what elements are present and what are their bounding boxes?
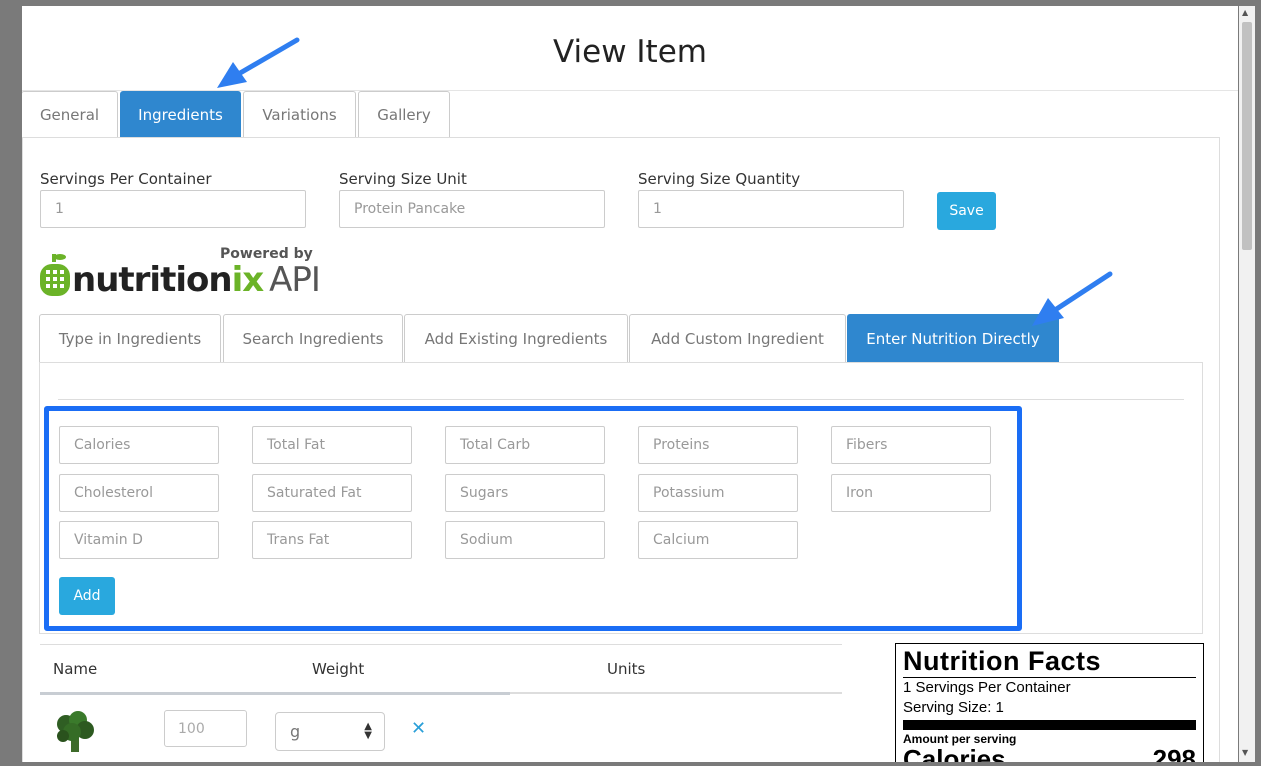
broccoli-image <box>57 711 94 752</box>
calories-label: Calories <box>903 744 1006 762</box>
servings-per-container-input[interactable]: 1 <box>40 190 306 228</box>
save-button[interactable]: Save <box>937 192 996 230</box>
annotation-arrow-icon <box>217 37 300 88</box>
nutrition-facts-label: Nutrition Facts 1 Servings Per Container… <box>895 643 1204 762</box>
tab-ingredients[interactable]: Ingredients <box>120 91 241 137</box>
weight-input[interactable]: 100 <box>164 710 247 747</box>
nutrition-entry-divider <box>58 399 1184 400</box>
table-header-accent <box>40 692 510 695</box>
subtab-search-ingredients[interactable]: Search Ingredients <box>223 314 403 362</box>
scroll-up-icon[interactable]: ▲ <box>1242 8 1248 17</box>
tab-variations[interactable]: Variations <box>243 91 356 137</box>
subtab-add-custom-ingredient[interactable]: Add Custom Ingredient <box>629 314 846 362</box>
modal-scrollbar[interactable]: ▲ ▼ <box>1239 6 1255 762</box>
nutrition-facts-thick-rule <box>903 720 1196 730</box>
annotation-arrow-icon <box>1032 271 1113 326</box>
subtab-add-existing-ingredients[interactable]: Add Existing Ingredients <box>404 314 628 362</box>
scrollbar-thumb[interactable] <box>1242 22 1252 250</box>
table-top-border <box>40 644 842 645</box>
remove-row-icon[interactable]: ✕ <box>411 718 426 739</box>
nutrition-facts-serving-size: Serving Size: 1 <box>903 699 1004 716</box>
nutrition-facts-calories-row: Calories 298 <box>903 744 1196 762</box>
brand-api: API <box>269 260 321 300</box>
tab-general[interactable]: General <box>22 91 118 137</box>
column-header-weight: Weight <box>312 660 365 678</box>
select-arrows-icon: ▲ ▼ <box>364 721 372 741</box>
nutrition-facts-servings: 1 Servings Per Container <box>903 679 1071 696</box>
calories-value: 298 <box>1152 744 1196 762</box>
units-select[interactable]: g ▲ ▼ <box>275 712 385 751</box>
column-header-name: Name <box>53 660 98 678</box>
serving-size-quantity-input[interactable]: 1 <box>638 190 904 228</box>
brand-main: nutrition <box>72 260 233 300</box>
serving-size-unit-label: Serving Size Unit <box>339 170 467 188</box>
tab-gallery[interactable]: Gallery <box>358 91 450 137</box>
units-select-value: g <box>290 722 301 741</box>
scroll-down-icon[interactable]: ▼ <box>1242 748 1248 757</box>
nutrition-facts-title: Nutrition Facts <box>903 646 1102 676</box>
subtab-type-in-ingredients[interactable]: Type in Ingredients <box>39 314 221 362</box>
brand-ix: ix <box>231 260 265 300</box>
serving-size-unit-input[interactable]: Protein Pancake <box>339 190 605 228</box>
column-header-units: Units <box>607 660 646 678</box>
highlight-box <box>44 406 1022 631</box>
nutritionix-wordmark: nutritionix API <box>40 260 321 300</box>
servings-per-container-label: Servings Per Container <box>40 170 212 188</box>
view-item-modal: View Item General Ingredients Variations… <box>22 6 1238 762</box>
serving-size-quantity-label: Serving Size Quantity <box>638 170 801 188</box>
